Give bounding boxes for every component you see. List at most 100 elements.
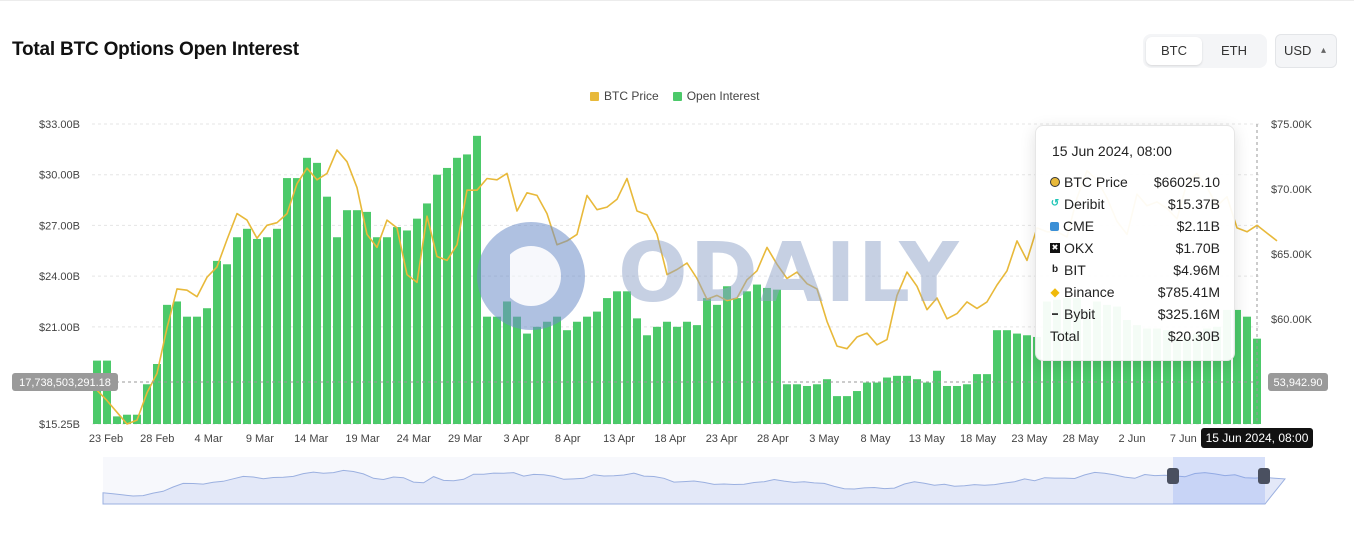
open-interest-bar bbox=[493, 316, 501, 424]
open-interest-bar bbox=[893, 375, 901, 424]
open-interest-bar bbox=[353, 210, 361, 424]
navigator-handle-left[interactable] bbox=[1167, 468, 1179, 484]
open-interest-bar bbox=[473, 135, 481, 424]
open-interest-bar bbox=[923, 382, 931, 424]
open-interest-bar bbox=[953, 385, 961, 424]
open-interest-bar bbox=[743, 291, 751, 424]
x-axis-tick-label: 9 Mar bbox=[246, 433, 274, 445]
y-axis-left-tick-label: $30.00B bbox=[39, 170, 80, 182]
x-axis-tick-label: 3 Apr bbox=[504, 433, 530, 445]
y-axis-right-tick-label: $65.00K bbox=[1271, 249, 1313, 261]
open-interest-bar bbox=[373, 237, 381, 424]
open-interest-bar bbox=[333, 237, 341, 424]
open-interest-bar bbox=[843, 396, 851, 424]
crosshair-left-value: 17,738,503,291.18 bbox=[19, 377, 111, 389]
open-interest-bar bbox=[723, 286, 731, 424]
x-axis-tick-label: 19 Mar bbox=[345, 433, 380, 445]
open-interest-bar bbox=[143, 384, 151, 424]
open-interest-bar bbox=[943, 385, 951, 424]
y-axis-left-tick-label: $33.00B bbox=[39, 119, 80, 131]
x-axis-tick-label: 23 Feb bbox=[89, 433, 123, 445]
tooltip-row: ▬ Bybit $325.16M bbox=[1050, 303, 1220, 325]
tooltip-row-value: $66025.10 bbox=[1153, 174, 1220, 190]
open-interest-bar bbox=[683, 321, 691, 424]
open-interest-bar bbox=[113, 416, 121, 424]
open-interest-bar bbox=[913, 379, 921, 424]
open-interest-bar bbox=[563, 330, 571, 424]
x-axis-tick-label: 4 Mar bbox=[195, 433, 223, 445]
tooltip-row: ◆ Binance $785.41M bbox=[1050, 281, 1220, 303]
tooltip-row-label: BIT bbox=[1064, 262, 1086, 278]
tooltip-title: 15 Jun 2024, 08:00 bbox=[1052, 143, 1172, 159]
open-interest-bar bbox=[513, 316, 521, 424]
open-interest-bar bbox=[773, 289, 781, 424]
open-interest-bar bbox=[653, 326, 661, 424]
open-interest-bar bbox=[543, 321, 551, 424]
tooltip-row-label: CME bbox=[1063, 218, 1095, 234]
open-interest-bar bbox=[1003, 330, 1011, 424]
x-axis-tick-label: 18 May bbox=[960, 433, 997, 445]
navigator-handle-right[interactable] bbox=[1258, 468, 1270, 484]
okx-icon: ✖ bbox=[1050, 243, 1060, 253]
open-interest-bar bbox=[613, 291, 621, 424]
open-interest-bar bbox=[173, 301, 181, 424]
open-interest-bar bbox=[313, 162, 321, 425]
open-interest-bar bbox=[903, 375, 911, 424]
open-interest-bar bbox=[453, 157, 461, 425]
x-axis-tick-label: 8 May bbox=[861, 433, 891, 445]
y-axis-right-tick-label: $75.00K bbox=[1271, 119, 1313, 131]
tooltip-row-value: $325.16M bbox=[1157, 306, 1220, 322]
x-axis-tick-label: 24 Mar bbox=[397, 433, 432, 445]
x-axis-tick-label: 7 Jun bbox=[1170, 433, 1197, 445]
bit-icon: b bbox=[1051, 264, 1059, 275]
open-interest-bar bbox=[223, 264, 231, 424]
open-interest-bar bbox=[243, 228, 251, 424]
tooltip-row: BTC Price $66025.10 bbox=[1050, 171, 1220, 193]
open-interest-bar bbox=[103, 360, 111, 424]
open-interest-bar bbox=[213, 260, 221, 424]
y-axis-left-tick-label: $24.00B bbox=[39, 271, 80, 283]
open-interest-bar bbox=[343, 210, 351, 424]
crosshair-x-value: 15 Jun 2024, 08:00 bbox=[1206, 431, 1309, 445]
open-interest-bar bbox=[573, 321, 581, 424]
deribit-icon: ↺ bbox=[1050, 198, 1060, 209]
open-interest-bar bbox=[873, 382, 881, 424]
open-interest-bar bbox=[183, 316, 191, 424]
tooltip-row-value: $15.37B bbox=[1167, 196, 1220, 212]
open-interest-bar bbox=[693, 325, 701, 424]
tooltip-row-label: Deribit bbox=[1064, 196, 1105, 212]
y-axis-right-tick-label: $70.00K bbox=[1271, 184, 1313, 196]
open-interest-bar bbox=[1243, 316, 1251, 424]
open-interest-bar bbox=[593, 311, 601, 424]
open-interest-bar bbox=[383, 237, 391, 424]
y-axis-left-tick-label: $21.00B bbox=[39, 322, 80, 334]
open-interest-bar bbox=[533, 326, 541, 424]
open-interest-bar bbox=[483, 316, 491, 424]
open-interest-bar bbox=[253, 238, 261, 424]
open-interest-bar bbox=[263, 237, 271, 424]
open-interest-bar bbox=[833, 396, 841, 424]
tooltip-row-value: $2.11B bbox=[1176, 218, 1220, 234]
open-interest-bar bbox=[853, 391, 861, 424]
y-axis-left-tick-label: $15.25B bbox=[39, 419, 80, 431]
open-interest-bar bbox=[1023, 335, 1031, 424]
open-interest-bar bbox=[163, 304, 171, 424]
x-axis-tick-label: 13 Apr bbox=[603, 433, 635, 445]
x-axis-tick-label: 3 May bbox=[809, 433, 839, 445]
open-interest-bar bbox=[233, 237, 241, 424]
tooltip-row-value: $1.70B bbox=[1175, 240, 1220, 256]
cme-icon bbox=[1050, 221, 1059, 231]
x-axis-tick-label: 28 Apr bbox=[757, 433, 789, 445]
open-interest-bar bbox=[733, 298, 741, 424]
tooltip-total-row: Total $20.30B bbox=[1050, 325, 1220, 347]
open-interest-bar bbox=[883, 377, 891, 424]
tooltip-row: ✖ OKX $1.70B bbox=[1050, 237, 1220, 259]
tooltip-total-value: $20.30B bbox=[1167, 328, 1220, 344]
tooltip-row-value: $4.96M bbox=[1173, 262, 1220, 278]
open-interest-bar bbox=[443, 167, 451, 424]
open-interest-bar bbox=[523, 333, 531, 424]
open-interest-bar bbox=[273, 228, 281, 424]
open-interest-bar bbox=[463, 154, 471, 424]
open-interest-bar bbox=[643, 335, 651, 424]
tooltip-row: CME $2.11B bbox=[1050, 215, 1220, 237]
